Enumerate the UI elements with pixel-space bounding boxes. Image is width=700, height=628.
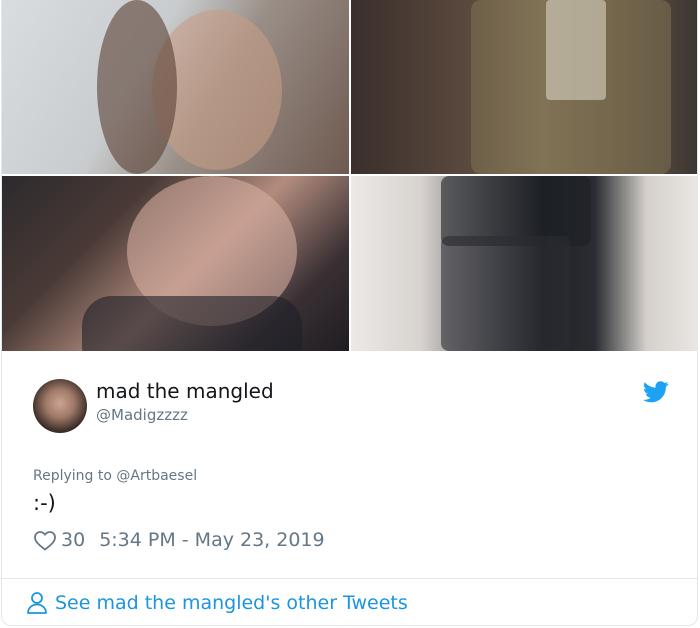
replying-mention[interactable]: @Artbaesel bbox=[116, 468, 197, 484]
timestamp[interactable]: 5:34 PM - May 23, 2019 bbox=[99, 529, 324, 551]
media-grid bbox=[2, 0, 697, 351]
author-name[interactable]: mad the mangled bbox=[96, 379, 274, 403]
avatar[interactable] bbox=[33, 379, 87, 433]
other-tweets-label[interactable]: See mad the mangled's other Tweets bbox=[55, 592, 408, 614]
photo-jacket-outfit[interactable] bbox=[351, 0, 697, 174]
tweet-meta: 30 5:34 PM - May 23, 2019 bbox=[33, 528, 325, 552]
author-handle[interactable]: @Madigzzzz bbox=[96, 406, 188, 424]
heart-icon[interactable] bbox=[33, 529, 57, 551]
photo-floral-skirt[interactable] bbox=[351, 176, 697, 351]
replying-to: Replying to @Artbaesel bbox=[33, 468, 197, 484]
like-count[interactable]: 30 bbox=[61, 529, 85, 551]
tweet-embed-card: mad the mangled @Madigzzzz Replying to @… bbox=[1, 0, 698, 626]
twitter-bird-icon[interactable] bbox=[643, 381, 669, 403]
photo-selfie-turtleneck[interactable] bbox=[2, 176, 349, 351]
person-icon bbox=[27, 592, 47, 614]
divider bbox=[2, 578, 697, 579]
replying-prefix: Replying to bbox=[33, 468, 117, 484]
tweet-text: :-) bbox=[33, 491, 56, 515]
photo-selfie-hood[interactable] bbox=[2, 0, 349, 174]
other-tweets-link[interactable]: See mad the mangled's other Tweets bbox=[26, 590, 408, 616]
